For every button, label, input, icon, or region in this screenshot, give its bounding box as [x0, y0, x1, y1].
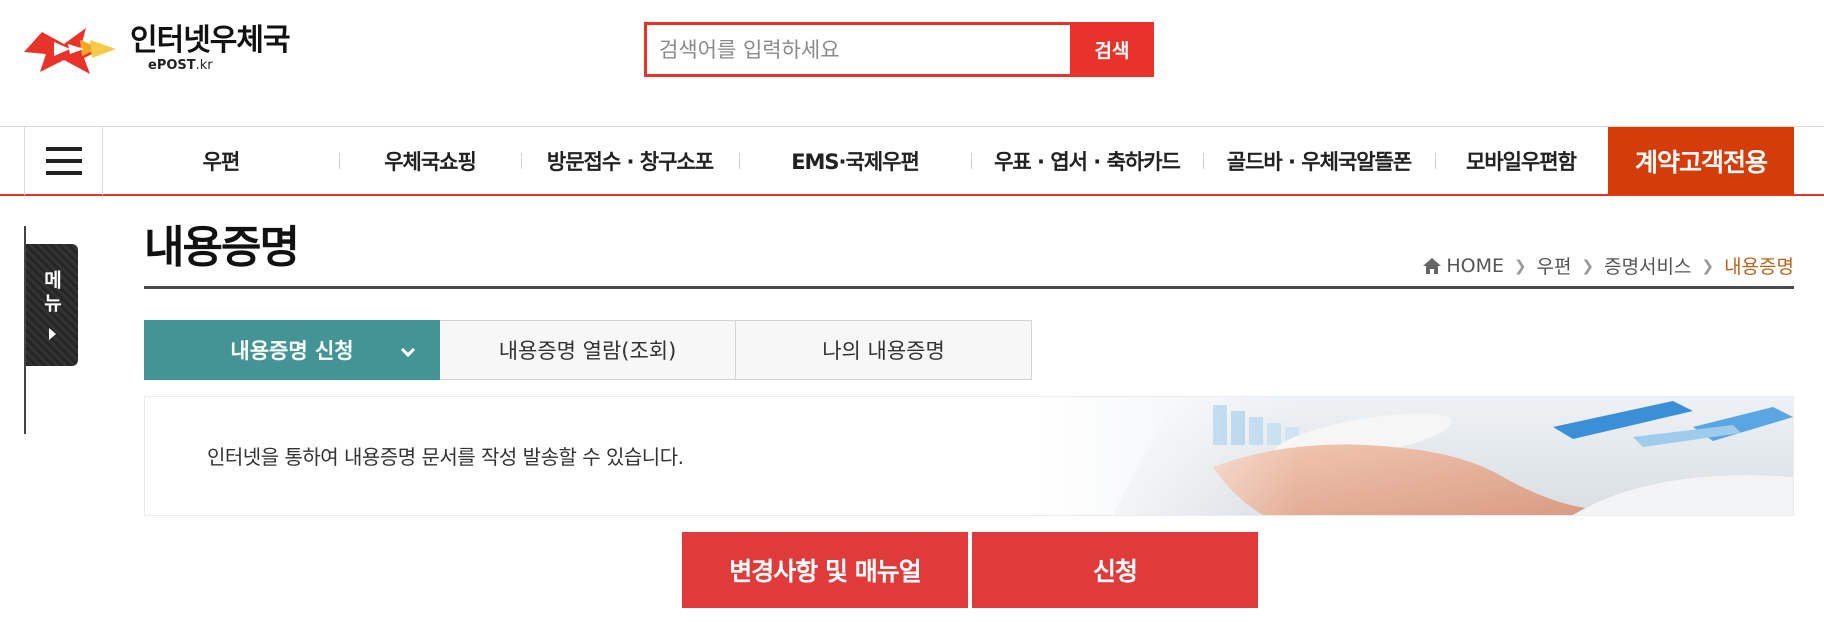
banner-illustration	[1033, 397, 1793, 515]
title-divider	[144, 286, 1794, 289]
side-menu-label: 메뉴	[40, 270, 63, 316]
tab-apply[interactable]: 내용증명 신청	[144, 320, 440, 380]
page-title: 내용증명	[144, 222, 300, 273]
menu-icon-bar	[45, 159, 82, 163]
changes-manual-button[interactable]: 변경사항 및 매뉴얼	[682, 532, 968, 608]
chevron-down-icon	[400, 342, 416, 358]
tab-bar: 내용증명 신청 내용증명 열람(조회) 나의 내용증명	[144, 320, 1032, 380]
epost-logo[interactable]: 인터넷우체국 ePOST.kr	[24, 22, 304, 82]
breadcrumb: HOME ❯ 우편 ❯ 증명서비스 ❯ 내용증명	[1422, 252, 1794, 279]
menu-icon-bar	[45, 147, 82, 151]
menu-icon[interactable]	[24, 127, 103, 195]
tab-label: 내용증명 신청	[230, 339, 354, 363]
nav-item-mobile-mailbox[interactable]: 모바일우편함	[1435, 127, 1607, 195]
logo-subtitle: ePOST.kr	[148, 58, 290, 74]
search-bar: 검색	[644, 22, 1154, 77]
tab-my-certificates[interactable]: 나의 내용증명	[736, 320, 1032, 380]
apply-button[interactable]: 신청	[972, 532, 1258, 608]
breadcrumb-item-home[interactable]: HOME	[1446, 255, 1504, 277]
chevron-right-icon: ❯	[1701, 256, 1715, 275]
home-icon	[1423, 257, 1442, 274]
tab-view-inquiry[interactable]: 내용증명 열람(조회)	[440, 320, 736, 380]
logo-sub-kr: .kr	[195, 58, 213, 73]
nav-item-shopping[interactable]: 우체국쇼핑	[339, 127, 521, 195]
chevron-right-icon: ❯	[1581, 256, 1595, 275]
epost-logo-icon	[24, 28, 116, 74]
nav-item-goldbar[interactable]: 골드바 · 우체국알뜰폰	[1203, 127, 1435, 195]
action-buttons: 변경사항 및 매뉴얼 신청	[682, 532, 1258, 608]
nav-item-stamps[interactable]: 우표 · 엽서 · 축하카드	[971, 127, 1203, 195]
search-button[interactable]: 검색	[1070, 22, 1154, 77]
breadcrumb-item-current: 내용증명	[1724, 256, 1794, 278]
main-nav: 우편 우체국쇼핑 방문접수 · 창구소포 EMS·국제우편 우표 · 엽서 · …	[0, 126, 1824, 196]
search-input[interactable]	[644, 22, 1070, 77]
breadcrumb-item-mail[interactable]: 우편	[1537, 252, 1572, 279]
logo-sub-main: ePOST	[148, 58, 196, 73]
nav-item-ems[interactable]: EMS·국제우편	[739, 127, 971, 195]
info-banner: 인터넷을 통하여 내용증명 문서를 작성 발송할 수 있습니다.	[144, 396, 1794, 516]
chevron-right-icon: ❯	[1513, 256, 1527, 275]
logo-name: 인터넷우체국	[130, 23, 291, 58]
menu-icon-bar	[45, 171, 82, 175]
nav-items: 우편 우체국쇼핑 방문접수 · 창구소포 EMS·국제우편 우표 · 엽서 · …	[103, 127, 1607, 195]
chevron-right-icon	[48, 328, 56, 340]
nav-item-visit-pickup[interactable]: 방문접수 · 창구소포	[521, 127, 739, 195]
side-quick-menu[interactable]: 메뉴	[26, 244, 78, 366]
breadcrumb-item-certificate-service[interactable]: 증명서비스	[1604, 252, 1691, 279]
nav-item-mail[interactable]: 우편	[103, 127, 339, 195]
tab-label: 나의 내용증명	[822, 339, 945, 363]
contract-customer-button[interactable]: 계약고객전용	[1608, 127, 1794, 195]
banner-text: 인터넷을 통하여 내용증명 문서를 작성 발송할 수 있습니다.	[207, 445, 684, 469]
tab-label: 내용증명 열람(조회)	[498, 339, 677, 363]
